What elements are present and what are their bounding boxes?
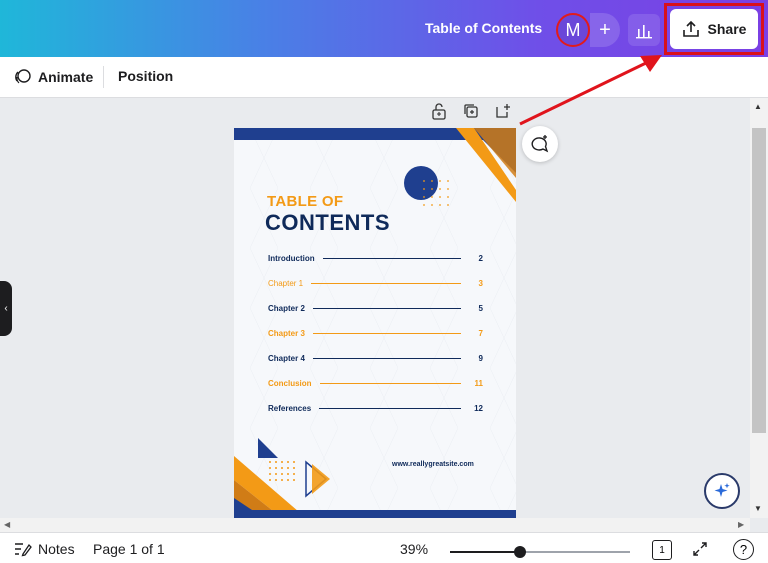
design-canvas[interactable]: ‹ TABLE OF CONTENTS Introduction 2 Chapt…: [0, 98, 750, 518]
sparkle-icon: [714, 483, 730, 497]
context-toolbar: Animate Position: [0, 57, 768, 98]
toc-row: Introduction 2: [268, 252, 483, 264]
toc-row: Chapter 3 7: [268, 327, 483, 339]
zoom-slider-handle[interactable]: [514, 546, 527, 558]
toc-label: Chapter 4: [268, 353, 305, 363]
editor-footer: Notes Page 1 of 1 39% 1 ?: [0, 532, 768, 563]
notes-label: Notes: [38, 541, 75, 557]
page-indicator[interactable]: Page 1 of 1: [93, 541, 165, 557]
toolbar-divider: [103, 66, 104, 88]
share-button[interactable]: Share: [670, 9, 758, 49]
toc-leader-line: [312, 357, 461, 359]
toc-row: Chapter 1 3: [268, 277, 483, 289]
help-icon: ?: [739, 542, 748, 557]
scroll-left-arrow[interactable]: ◀: [4, 520, 10, 529]
scroll-right-arrow[interactable]: ▶: [738, 520, 744, 529]
toc-page-number: 3: [478, 278, 483, 288]
toc-row: Chapter 4 9: [268, 352, 483, 364]
toc-row: Conclusion 11: [268, 377, 483, 389]
document-page[interactable]: TABLE OF CONTENTS Introduction 2 Chapter…: [234, 128, 516, 518]
horizontal-scrollbar[interactable]: ◀ ▶: [0, 518, 750, 532]
toc-leader-line: [322, 257, 461, 259]
bar-chart-icon: [636, 25, 652, 39]
toc-label: Chapter 2: [268, 303, 305, 313]
toc-label: Conclusion: [268, 378, 312, 388]
zoom-level[interactable]: 39%: [400, 541, 428, 557]
scrollbar-thumb[interactable]: [752, 128, 766, 433]
scroll-up-arrow[interactable]: ▲: [754, 102, 762, 111]
toc-leader-line: [312, 332, 461, 334]
corner-decoration-bottom: [234, 438, 330, 518]
toc-page-number: 7: [478, 328, 483, 338]
position-label: Position: [118, 68, 174, 84]
page-indicator-text: Page 1 of 1: [93, 541, 165, 557]
fullscreen-button[interactable]: [690, 539, 710, 559]
toc-row: Chapter 2 5: [268, 302, 483, 314]
page-tools: [430, 102, 512, 120]
editor-header: Table of Contents M + Share: [0, 0, 768, 57]
scroll-down-arrow[interactable]: ▼: [754, 504, 762, 513]
toc-leader-line: [319, 382, 461, 384]
zoom-level-text: 39%: [400, 541, 429, 557]
page-grid-button[interactable]: 1: [652, 540, 672, 560]
toc-heading-line1: TABLE OF: [267, 193, 344, 210]
pages-count: 1: [659, 544, 665, 556]
toc-leader-line: [312, 307, 461, 309]
position-button[interactable]: Position: [118, 68, 173, 84]
toc-heading-line2: CONTENTS: [265, 210, 390, 235]
toc-leader-line: [319, 407, 461, 409]
zoom-slider-fill: [450, 551, 521, 553]
share-label: Share: [707, 21, 747, 37]
analytics-button[interactable]: [628, 14, 660, 46]
toc-label: Chapter 3: [268, 328, 305, 338]
zoom-slider[interactable]: [450, 546, 630, 558]
animate-label: Animate: [38, 69, 94, 85]
notes-button[interactable]: Notes: [14, 541, 75, 557]
dot-grid-decoration: [423, 180, 449, 206]
duplicate-icon[interactable]: [462, 102, 480, 120]
website-text: www.reallygreatsite.com: [392, 461, 474, 468]
add-comment-button[interactable]: [522, 126, 558, 162]
toc-page-number: 12: [474, 403, 483, 413]
user-avatar[interactable]: M: [556, 13, 590, 47]
toc-leader-line: [311, 282, 461, 284]
toc-page-number: 5: [478, 303, 483, 313]
comment-add-icon: [531, 135, 549, 153]
side-panel-collapse-button[interactable]: ‹: [0, 281, 12, 336]
help-button[interactable]: ?: [733, 539, 754, 560]
share-upload-icon: [682, 20, 699, 37]
lock-icon[interactable]: [430, 102, 448, 120]
toc-page-number: 2: [478, 253, 483, 263]
magic-assistant-button[interactable]: [704, 473, 740, 509]
add-page-icon[interactable]: [494, 102, 512, 120]
animate-icon: [15, 69, 31, 84]
vertical-scrollbar[interactable]: ▲ ▼: [750, 98, 768, 518]
document-title[interactable]: Table of Contents: [425, 20, 542, 36]
page-bottom-bar: [234, 510, 516, 518]
toc-page-number: 9: [478, 353, 483, 363]
toc-page-number: 11: [474, 378, 483, 388]
toc-label: Introduction: [268, 253, 315, 263]
toc-row: References 12: [268, 402, 483, 414]
add-collaborator-button[interactable]: +: [590, 13, 620, 47]
toc-label: References: [268, 403, 312, 413]
notes-icon: [15, 543, 32, 557]
expand-icon: [693, 542, 707, 556]
toc-label: Chapter 1: [268, 278, 304, 288]
animate-button[interactable]: Animate: [14, 68, 93, 86]
